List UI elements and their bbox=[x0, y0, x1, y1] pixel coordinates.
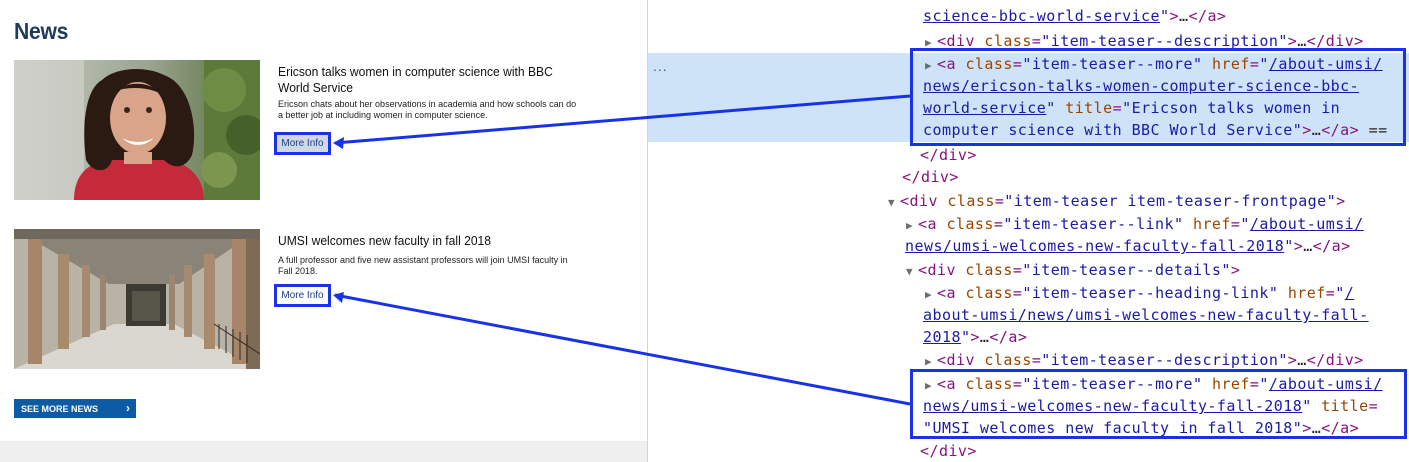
arrowhead-icon bbox=[333, 292, 344, 303]
connector-arrow-1 bbox=[334, 94, 911, 145]
connector-arrow-2 bbox=[334, 293, 911, 406]
arrowhead-icon bbox=[333, 137, 344, 149]
connector-arrows bbox=[333, 94, 911, 406]
